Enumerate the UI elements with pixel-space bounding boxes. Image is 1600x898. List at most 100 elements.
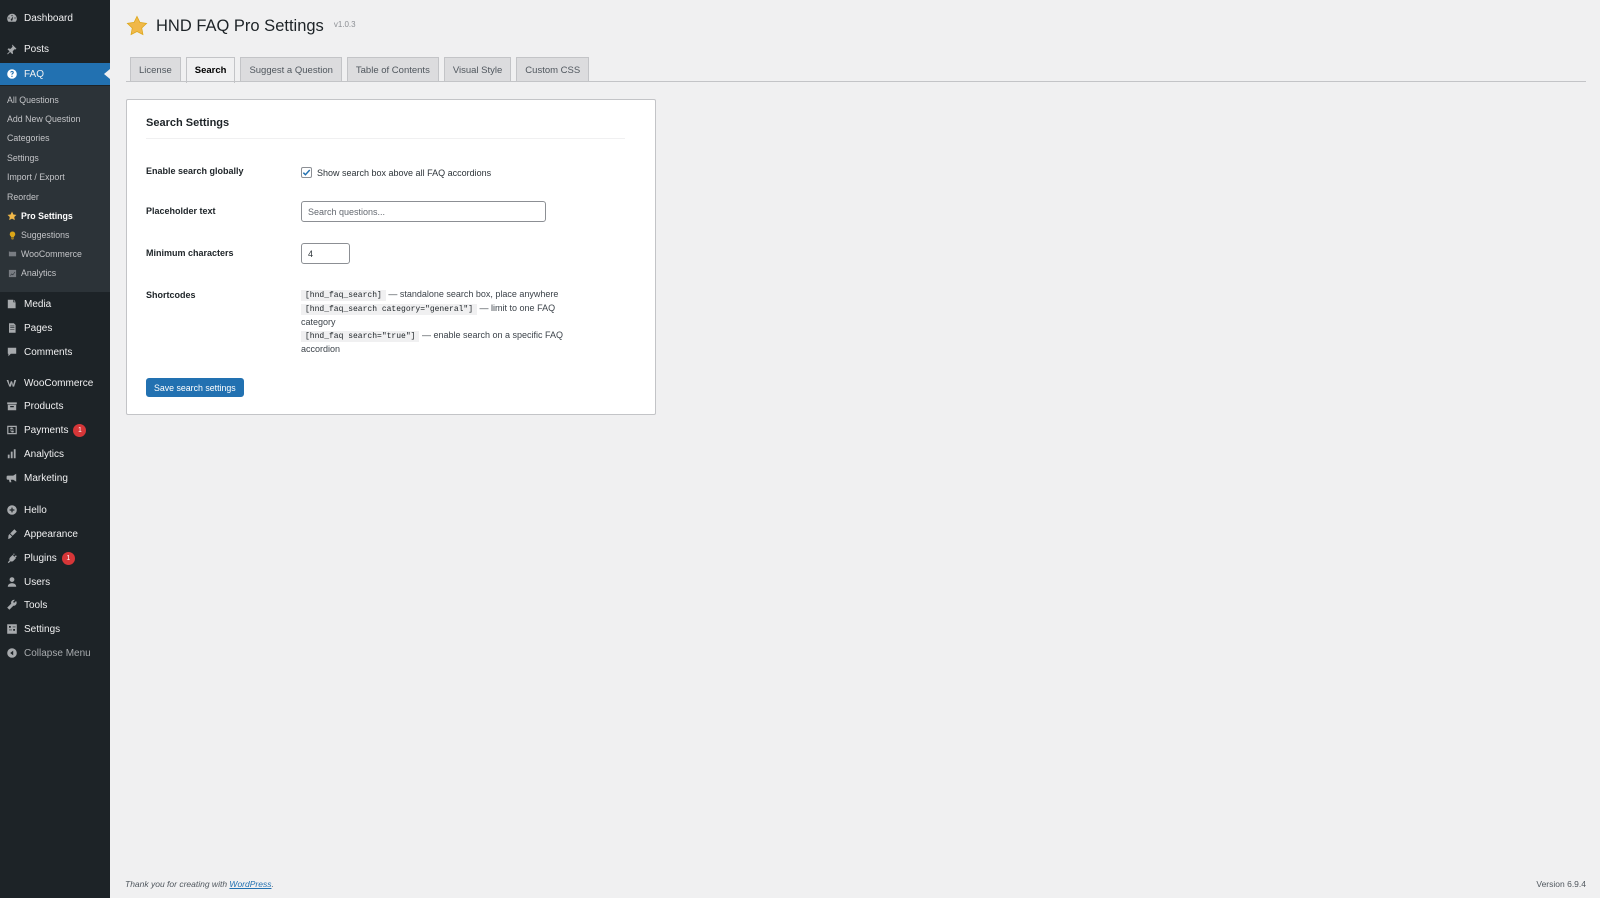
footer-thanks: Thank you for creating with WordPress. xyxy=(125,879,274,889)
submenu-label: Settings xyxy=(7,153,39,163)
submenu-label: Categories xyxy=(7,133,50,143)
page-header: HND FAQ Pro Settings v1.0.3 xyxy=(126,13,356,39)
menu-item-plugins[interactable]: Plugins 1 xyxy=(0,547,110,569)
submenu-item-all-questions[interactable]: All Questions xyxy=(7,93,59,107)
shortcode-description: — standalone search box, place anywhere xyxy=(388,289,559,299)
wrench-icon xyxy=(5,599,18,612)
menu-item-media[interactable]: Media xyxy=(0,293,110,315)
submenu-item-categories[interactable]: Categories xyxy=(7,131,50,145)
submenu-item-pro-settings[interactable]: Pro Settings xyxy=(7,209,73,223)
update-count-badge: 1 xyxy=(61,551,75,565)
menu-item-marketing[interactable]: Marketing xyxy=(0,467,110,489)
menu-item-payments[interactable]: Payments 1 xyxy=(0,419,110,441)
menu-label: Tools xyxy=(24,599,48,611)
menu-item-posts[interactable]: Posts xyxy=(0,38,110,60)
tab-divider xyxy=(126,81,1586,82)
bar-chart-icon xyxy=(5,448,18,461)
card-title: Search Settings xyxy=(146,117,230,129)
brush-icon xyxy=(5,528,18,541)
tab-suggest-a-question[interactable]: Suggest a Question xyxy=(240,57,342,82)
submenu-label: Pro Settings xyxy=(21,211,73,221)
version-label: v1.0.3 xyxy=(333,19,356,29)
tab-visual-style[interactable]: Visual Style xyxy=(443,57,512,82)
menu-item-tools[interactable]: Tools xyxy=(0,594,110,616)
menu-item-woocommerce[interactable]: WooCommerce xyxy=(0,372,110,394)
submenu-label: Reorder xyxy=(7,192,39,202)
submenu-item-settings[interactable]: Settings xyxy=(7,151,39,165)
search-settings-card: Search Settings Enable search globally S… xyxy=(126,99,656,415)
tab-search[interactable]: Search xyxy=(185,57,236,83)
menu-item-users[interactable]: Users xyxy=(0,571,110,593)
cart-icon xyxy=(7,249,17,259)
megaphone-icon xyxy=(5,472,18,485)
submenu-label: Add New Question xyxy=(7,114,81,124)
menu-label: Plugins xyxy=(24,552,57,564)
menu-item-products[interactable]: Products xyxy=(0,395,110,417)
tab-table-of-contents[interactable]: Table of Contents xyxy=(346,57,439,82)
menu-item-comments[interactable]: Comments xyxy=(0,341,110,363)
menu-item-dashboard[interactable]: Dashboard xyxy=(0,7,110,29)
menu-label: FAQ xyxy=(24,68,45,80)
submenu-label: WooCommerce xyxy=(21,249,82,259)
user-icon xyxy=(5,576,18,589)
admin-sidebar: Dashboard Posts FAQ All Questions Add Ne… xyxy=(0,0,110,898)
star-icon xyxy=(7,211,17,221)
shortcode-item: [hnd_faq_search category="general"] — li… xyxy=(301,302,566,329)
menu-item-settings[interactable]: Settings xyxy=(0,618,110,640)
submenu-label: All Questions xyxy=(7,95,59,105)
menu-label: Marketing xyxy=(24,472,68,484)
menu-label: Dashboard xyxy=(24,12,73,24)
submenu-item-import-export[interactable]: Import / Export xyxy=(7,170,65,184)
menu-label: WooCommerce xyxy=(24,377,94,389)
menu-item-hello[interactable]: Hello xyxy=(0,499,110,521)
archive-icon xyxy=(5,400,18,413)
settings-tabs: License Search Suggest a Question Table … xyxy=(130,57,594,83)
menu-label: Posts xyxy=(24,43,50,55)
shortcode-code: [hnd_faq search="true"] xyxy=(301,331,420,342)
collapse-menu-button[interactable]: Collapse Menu xyxy=(0,642,110,664)
menu-label: Appearance xyxy=(24,528,78,540)
submenu-item-analytics[interactable]: Analytics xyxy=(7,266,56,280)
checkmark-icon xyxy=(302,169,311,176)
chart-icon xyxy=(7,268,17,278)
collapse-icon xyxy=(5,647,18,660)
woocommerce-icon xyxy=(5,377,18,390)
wordpress-link[interactable]: WordPress xyxy=(229,879,271,889)
minimum-characters-label: Minimum characters xyxy=(146,248,234,258)
placeholder-text-label: Placeholder text xyxy=(146,206,216,216)
save-search-settings-button[interactable]: Save search settings xyxy=(146,378,244,397)
sliders-icon xyxy=(5,623,18,636)
star-icon xyxy=(126,15,148,36)
submenu-item-suggestions[interactable]: Suggestions xyxy=(7,228,69,242)
comment-icon xyxy=(5,346,18,359)
plug-icon xyxy=(5,552,18,565)
update-count-badge: 1 xyxy=(73,423,87,437)
dashboard-icon xyxy=(5,12,18,25)
tab-license[interactable]: License xyxy=(130,57,181,82)
submenu-label: Analytics xyxy=(21,268,57,278)
menu-label: Comments xyxy=(24,346,73,358)
shortcode-code: [hnd_faq_search] xyxy=(301,290,386,301)
pin-icon xyxy=(5,43,18,56)
menu-label: Payments xyxy=(24,424,69,436)
menu-label: Users xyxy=(24,576,51,588)
question-circle-icon xyxy=(5,68,18,81)
shortcode-item: [hnd_faq search="true"] — enable search … xyxy=(301,329,566,356)
submenu-item-woocommerce[interactable]: WooCommerce xyxy=(7,247,82,261)
enable-search-toggle[interactable]: Show search box above all FAQ accordions xyxy=(301,167,491,178)
submenu-item-reorder[interactable]: Reorder xyxy=(7,190,39,204)
enable-search-checkbox[interactable] xyxy=(301,167,312,178)
menu-item-pages[interactable]: Pages xyxy=(0,317,110,339)
menu-label: Analytics xyxy=(24,448,65,460)
plus-circle-icon xyxy=(5,504,18,517)
enable-search-label: Enable search globally xyxy=(146,166,244,176)
menu-item-faq[interactable]: FAQ xyxy=(0,63,110,85)
tab-custom-css[interactable]: Custom CSS xyxy=(516,57,590,82)
shortcode-code: [hnd_faq_search category="general"] xyxy=(301,304,478,315)
menu-item-appearance[interactable]: Appearance xyxy=(0,523,110,545)
placeholder-text-input[interactable] xyxy=(301,201,546,222)
submenu-item-add-new-question[interactable]: Add New Question xyxy=(7,112,80,126)
minimum-characters-input[interactable] xyxy=(301,243,350,264)
menu-item-analytics[interactable]: Analytics xyxy=(0,443,110,465)
submenu-label: Suggestions xyxy=(21,230,70,240)
